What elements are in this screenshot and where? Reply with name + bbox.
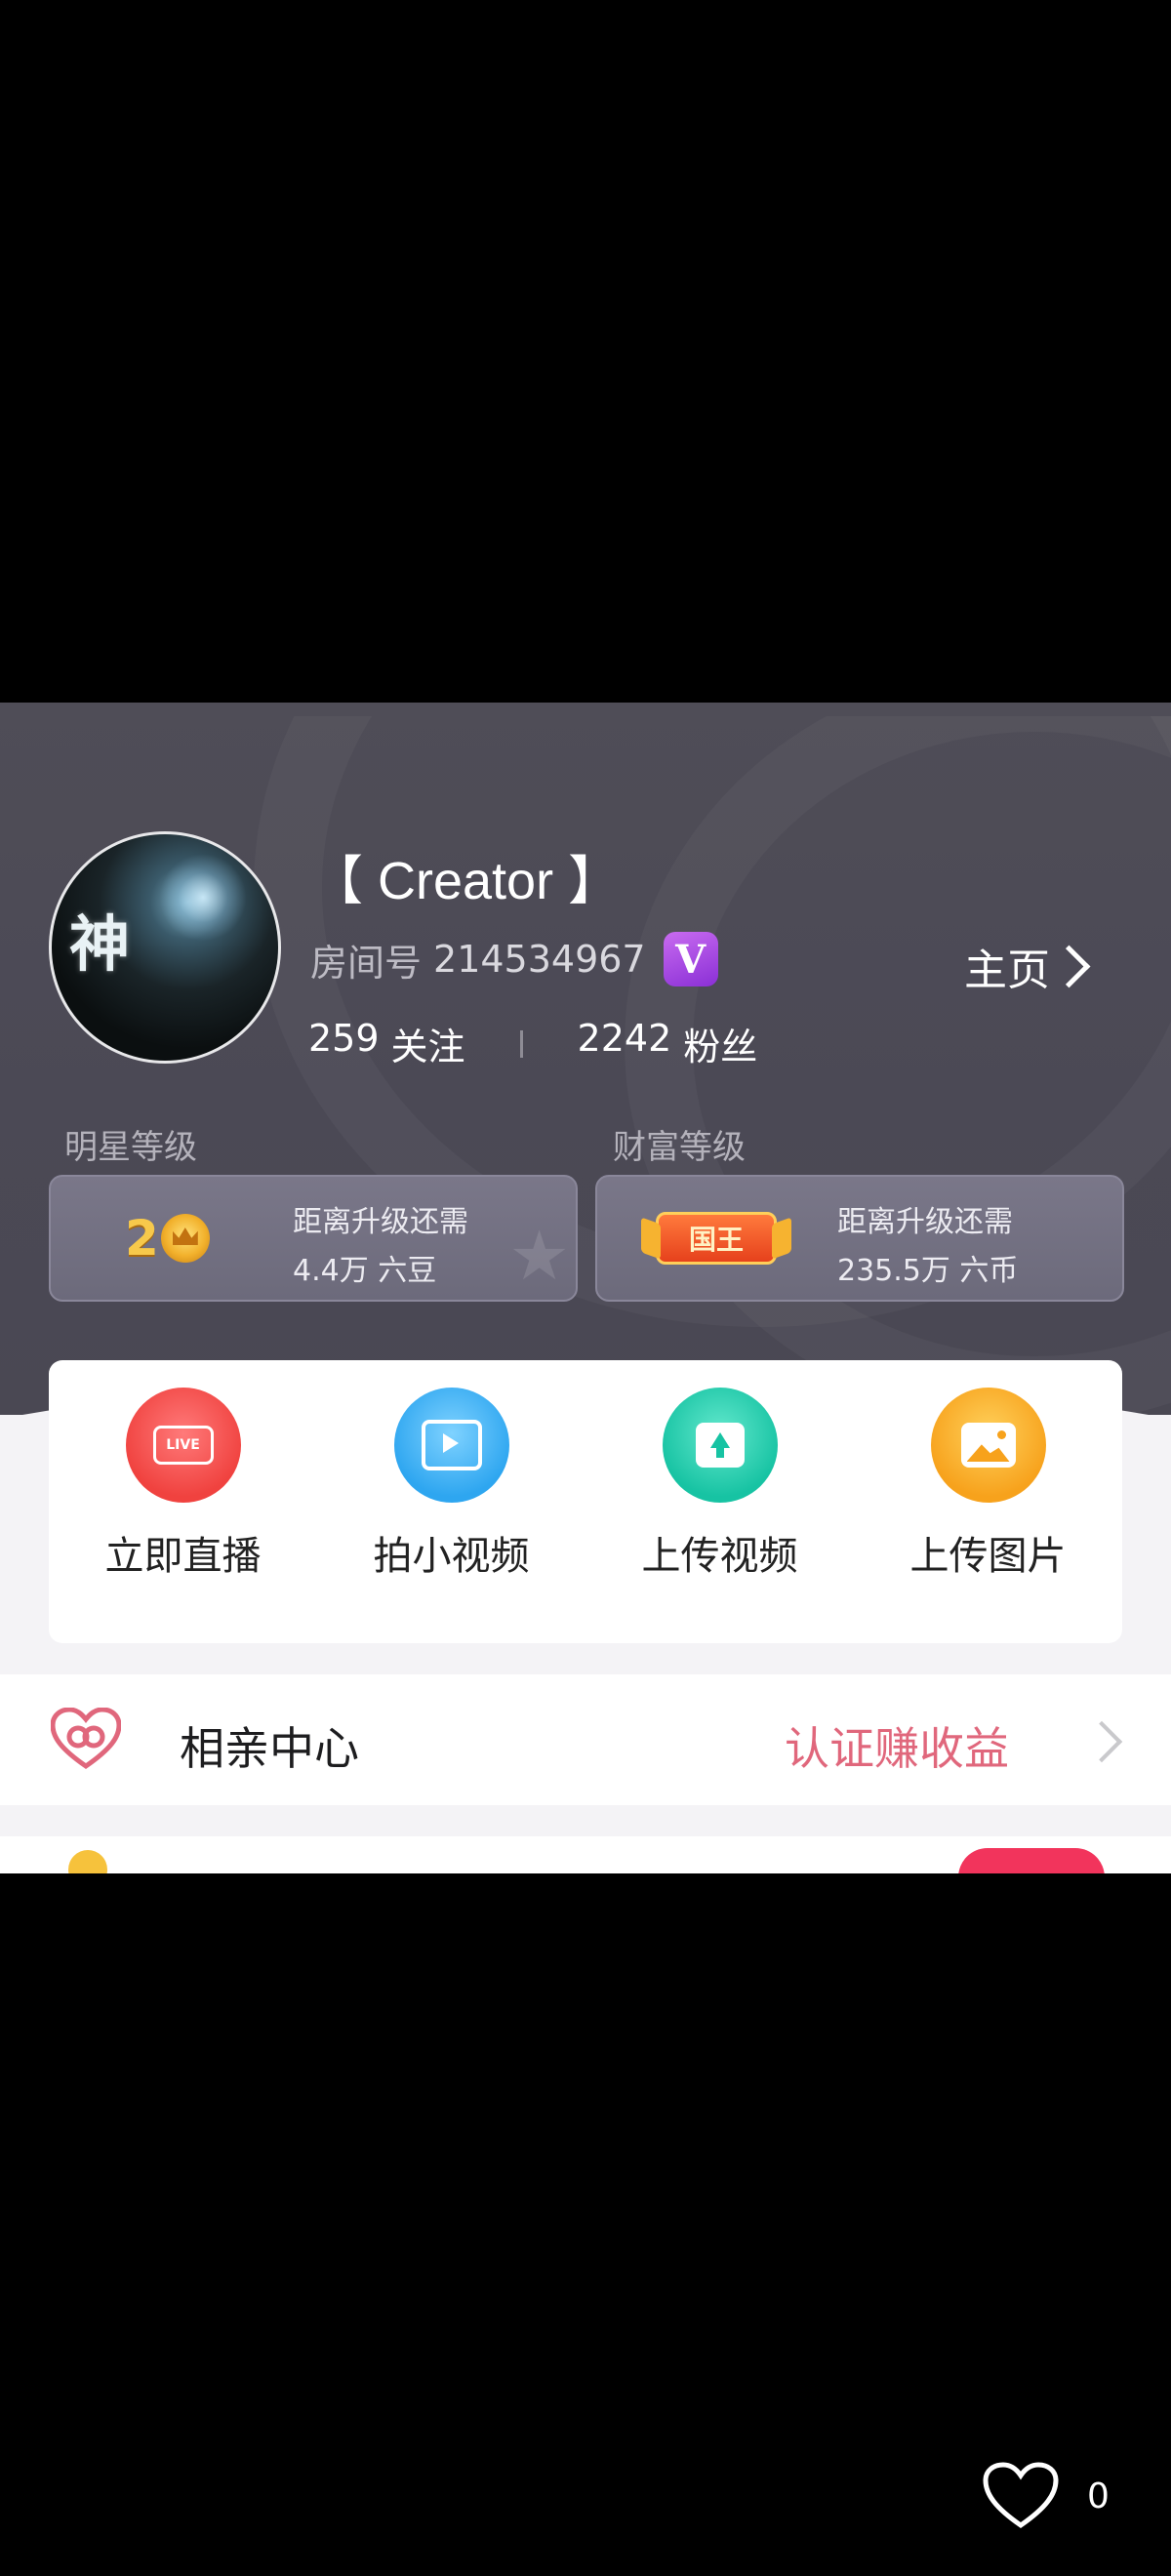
star-level-badge: 2 [125,1210,210,1267]
go-live-label: 立即直播 [104,1534,262,1579]
fans-stat[interactable]: 2242 粉丝 [578,1017,758,1070]
shoot-video-label: 拍小视频 [373,1534,530,1579]
status-bar-remnant [0,703,1171,716]
film-chip [421,1420,482,1470]
star-level-line2: 4.4万 六豆 [293,1254,437,1288]
verify-earn-link[interactable]: 认证赚收益 [785,1713,1009,1778]
following-stat[interactable]: 259 关注 [308,1017,465,1070]
room-info: 房间号 214534967 V [310,932,718,986]
upload-image-label: 上传图片 [909,1534,1067,1579]
heart-outline-icon[interactable] [982,2461,1060,2531]
vip-badge-icon: V [663,932,718,986]
upload-image-button[interactable]: 上传图片 [854,1360,1122,1643]
upload-image-icon [930,1388,1046,1503]
following-label: 关注 [390,1026,465,1068]
matchmaking-title: 相亲中心 [180,1722,359,1775]
avatar[interactable]: 神 [49,831,281,1064]
wealth-level-card[interactable]: 国王 距离升级还需 235.5万 六币 [595,1175,1124,1302]
image-chip [960,1423,1016,1468]
next-list-row-partial[interactable] [0,1836,1171,1873]
upload-video-icon [662,1388,778,1503]
wealth-level-line2: 235.5万 六币 [837,1254,1019,1288]
wealth-level-line1: 距离升级还需 [837,1205,1013,1239]
avatar-glyph: 神 [69,908,131,980]
video-film-icon [393,1388,509,1503]
following-count: 259 [308,1017,380,1060]
star-level-progress: 距离升级还需 4.4万 六豆 [293,1198,468,1296]
live-camera-icon: LIVE [125,1388,241,1503]
fans-count: 2242 [577,1017,672,1060]
row-icon [68,1850,107,1873]
live-chip: LIVE [152,1426,214,1465]
fans-label: 粉丝 [683,1026,758,1068]
wealth-level-title: 财富等级 [613,1128,746,1167]
avatar-art-highlight [159,854,247,942]
upload-video-label: 上传视频 [641,1534,798,1579]
upload-chip [695,1423,745,1468]
wealth-level-progress: 距离升级还需 235.5万 六币 [837,1198,1018,1296]
quick-action-panel: LIVE 立即直播 拍小视频 上传视频 上传图片 [49,1360,1122,1643]
star-level-number: 2 [125,1210,159,1267]
shoot-video-button[interactable]: 拍小视频 [317,1360,586,1643]
row-badge [958,1848,1105,1873]
star-level-line1: 距离升级还需 [293,1205,468,1239]
upload-video-button[interactable]: 上传视频 [586,1360,854,1643]
follow-stats: 259 关注 2242 粉丝 [308,1017,757,1070]
king-badge-icon: 国王 [656,1212,777,1265]
username: 【 Creator 】 [310,852,622,910]
homepage-link[interactable]: 主页 [964,935,1091,997]
star-level-title: 明星等级 [64,1128,197,1167]
screen: 神 【 Creator 】 房间号 214534967 V 主页 259 关注 … [0,0,1171,2576]
chevron-right-icon [1080,1720,1123,1763]
crown-icon [160,1214,210,1263]
like-count: 0 [1087,2476,1110,2516]
matchmaking-center-row[interactable]: 相亲中心 认证赚收益 [0,1674,1171,1805]
go-live-button[interactable]: LIVE 立即直播 [49,1360,317,1643]
star-level-card[interactable]: 2 距离升级还需 4.4万 六豆 ★ [49,1175,578,1302]
heart-rings-icon [51,1708,121,1770]
homepage-label: 主页 [964,946,1050,995]
profile-screenshot: 神 【 Creator 】 房间号 214534967 V 主页 259 关注 … [0,703,1171,1873]
room-id: 214534967 [433,938,646,981]
room-label: 房间号 [310,941,423,985]
stats-divider [519,1029,523,1058]
chevron-right-icon [1047,945,1091,987]
star-decoration-icon: ★ [508,1216,570,1296]
